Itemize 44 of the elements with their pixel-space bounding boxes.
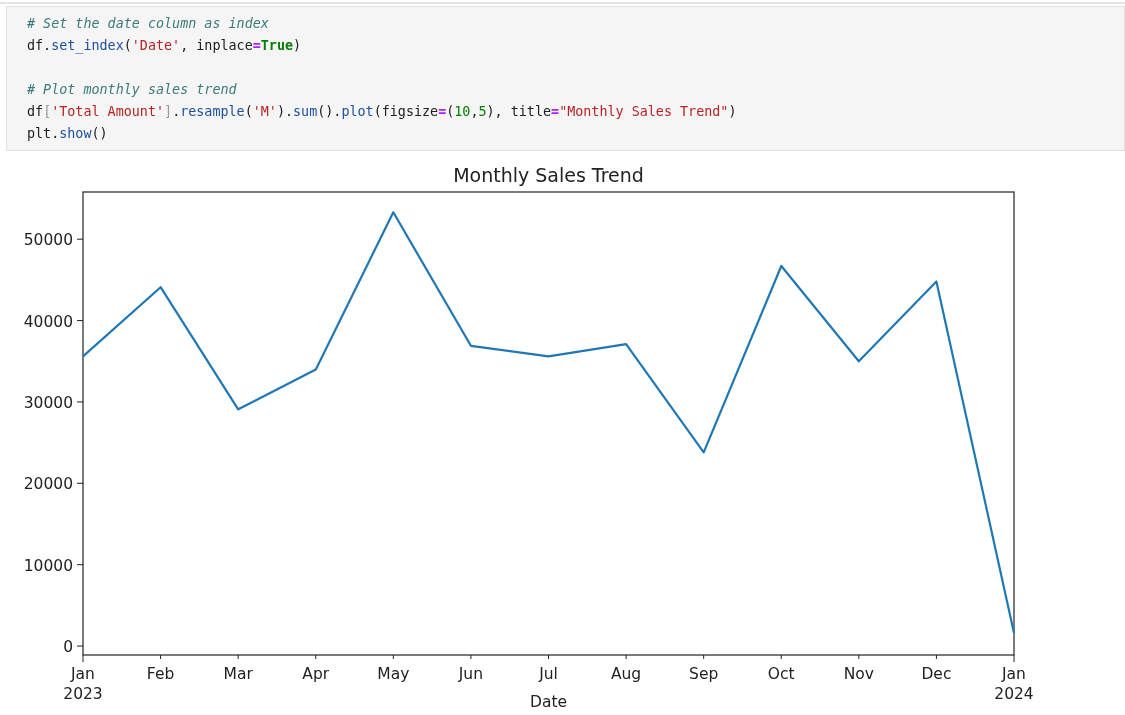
y-tick-label: 30000 [23,393,73,412]
tick-mark [548,654,549,660]
x-tick-label: Feb [146,665,175,683]
y-tick-label: 0 [63,638,73,657]
x-tick-label: Mar [223,665,253,683]
x-tick-label: Oct [767,665,795,683]
x-tick-label: Jun [458,665,484,683]
tick-mark [76,238,84,240]
code-cell[interactable]: # Set the date column as index df.set_index('Date', inplace=True) # Plot monthly sales trend df['Total Amount'].resample('M').sum().plot(figsize=(10,5), title="Monthly Sales Trend") plt.show() [6,6,1125,151]
x-tick-label: Jan 2024 [994,665,1034,703]
x-tick-label: Apr [302,665,330,683]
tick-mark [703,654,705,660]
tick-mark [1013,654,1015,663]
y-tick-label: 20000 [23,475,73,494]
tick-mark [625,654,627,660]
x-tick-label: May [377,665,410,683]
y-tick-label: 10000 [23,556,73,575]
tick-mark [392,654,394,660]
x-tick-label: Dec [921,665,952,683]
x-tick-label: Aug [610,665,642,683]
tick-mark [470,654,472,660]
code-line: plt.show() [27,125,109,143]
x-tick-label: Jan 2023 [63,665,103,703]
code-line: df.set_index('Date', inplace=True) [27,37,303,56]
chart-title: Monthly Sales Trend [453,164,644,186]
code-line: # Set the date column as index [27,15,270,33]
y-tick-label: 50000 [23,231,73,250]
x-tick-label: Sep [689,665,719,683]
tick-mark [935,654,937,660]
tick-mark [76,401,84,403]
tick-mark [76,320,84,322]
tick-mark [160,654,162,660]
axis-label: Date [529,693,568,711]
tick-mark [780,654,782,660]
x-tick-label: Jul [539,665,558,683]
tick-mark [858,654,860,660]
y-tick-label: 40000 [23,312,73,331]
tick-mark [237,654,239,660]
code-line: df['Total Amount'].resample('M').sum().plot(figsize=(10,5), title="Monthly Sales Trend") [27,103,738,121]
tick-mark [315,654,317,660]
tick-mark [76,482,84,484]
x-tick-label: Nov [843,665,874,683]
tick-mark [76,564,84,566]
code-line: # Plot monthly sales trend [27,81,238,99]
